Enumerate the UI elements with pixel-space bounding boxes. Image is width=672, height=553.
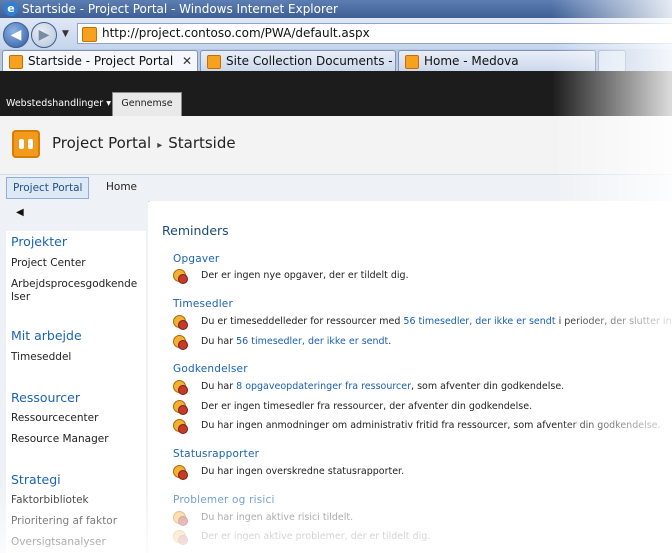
reminder-row: Du har ingen anmodninger om administrati… bbox=[173, 419, 661, 434]
approval-reminder-icon bbox=[173, 400, 188, 415]
quick-launch: ◀ Projekter Project Center Arbejdsproces… bbox=[0, 201, 148, 553]
reminder-text: i perioder, der slutter inden 15 bbox=[558, 316, 672, 327]
section-godkendelser[interactable]: Godkendelser bbox=[173, 363, 248, 375]
ie-logo-icon: e bbox=[4, 2, 18, 16]
topnav-project-portal[interactable]: Project Portal bbox=[6, 177, 90, 199]
reminder-row: Du har 56 timesedler, der ikke er sendt. bbox=[173, 335, 392, 350]
reminder-text: Du har ingen anmodninger om administrati… bbox=[201, 420, 661, 431]
status-report-icon bbox=[173, 465, 188, 480]
dropdown-arrow-icon: ▾ bbox=[106, 98, 111, 109]
history-dropdown-icon[interactable]: ▼ bbox=[62, 29, 69, 39]
tab-favicon-icon bbox=[405, 55, 419, 69]
quicklaunch-item-ressourcecenter[interactable]: Ressourcecenter bbox=[11, 412, 139, 425]
quicklaunch-heading-projekter[interactable]: Projekter bbox=[11, 234, 67, 249]
quick-launch-panel: Projekter Project Center Arbejdsprocesgo… bbox=[6, 231, 146, 553]
site-actions-label: Webstedshandlinger bbox=[6, 98, 104, 109]
quicklaunch-item-faktorbibliotek[interactable]: Faktorbibliotek bbox=[11, 494, 139, 507]
sharepoint-ribbon: Webstedshandlinger ▾ Gennemse bbox=[0, 71, 672, 117]
tab-strip: Startside - Project Portal ✕ Site Collec… bbox=[0, 49, 672, 71]
task-reminder-icon bbox=[173, 269, 188, 284]
timesheet-reminder-icon bbox=[173, 315, 188, 330]
quicklaunch-item-project-center[interactable]: Project Center bbox=[11, 257, 139, 270]
back-arrow-icon: ◀ bbox=[10, 27, 22, 43]
tab-browse[interactable]: Gennemse bbox=[112, 92, 182, 117]
section-statusrapporter[interactable]: Statusrapporter bbox=[173, 448, 259, 460]
breadcrumb-separator-icon: ▸ bbox=[157, 140, 163, 151]
breadcrumb-site[interactable]: Project Portal bbox=[52, 134, 151, 152]
reminder-row: Du har ingen overskredne statusrapporter… bbox=[173, 465, 405, 480]
forward-arrow-icon: ▶ bbox=[38, 27, 50, 43]
topnav-home[interactable]: Home bbox=[100, 177, 143, 197]
tab-favicon-icon bbox=[9, 55, 23, 69]
reminders-title: Reminders bbox=[162, 223, 229, 238]
reminder-row: Du har 8 opgaveopdateringer fra ressourc… bbox=[173, 380, 565, 395]
tab-home-medova[interactable]: Home - Medova bbox=[398, 50, 596, 71]
task-updates-link[interactable]: 8 opgaveopdateringer fra ressourcer bbox=[236, 381, 411, 392]
reminder-text: Der er ingen timesedler fra ressourcer, … bbox=[201, 401, 533, 412]
address-bar[interactable]: http://project.contoso.com/PWA/default.a… bbox=[77, 23, 672, 44]
quicklaunch-item-prioritering-af-faktor[interactable]: Prioritering af faktor bbox=[11, 515, 139, 528]
approval-reminder-icon bbox=[173, 419, 188, 434]
quicklaunch-heading-mit-arbejde[interactable]: Mit arbejde bbox=[11, 328, 82, 343]
my-unsent-timesheets-link[interactable]: 56 timesedler, der ikke er sendt bbox=[236, 336, 388, 347]
main-content: Reminders Opgaver Der er ingen nye opgav… bbox=[150, 201, 672, 553]
unsent-timesheets-link[interactable]: 56 timesedler, der ikke er sendt bbox=[403, 316, 555, 327]
quicklaunch-item-arbejdsprocesgodkendelser[interactable]: Arbejdsprocesgodkendelser bbox=[11, 278, 139, 304]
reminder-text: Du har bbox=[201, 381, 237, 392]
issue-reminder-icon bbox=[173, 530, 188, 545]
tab-favicon-icon bbox=[207, 55, 221, 69]
forward-button[interactable]: ▶ bbox=[31, 22, 57, 48]
window-title: Startside - Project Portal - Windows Int… bbox=[22, 2, 338, 16]
tab-label: Startside - Project Portal bbox=[28, 54, 174, 68]
quicklaunch-item-resource-manager[interactable]: Resource Manager bbox=[11, 433, 139, 446]
reminder-text: Du er timeseddelleder for ressourcer med bbox=[201, 316, 404, 327]
tab-label: Site Collection Documents - ... bbox=[226, 54, 396, 68]
breadcrumb: Project Portal ▸ Startside bbox=[52, 134, 236, 152]
section-problemer-og-risici[interactable]: Problemer og risici bbox=[173, 494, 275, 506]
approval-reminder-icon bbox=[173, 380, 188, 395]
reminder-text: Der er ingen nye opgaver, der er tildelt… bbox=[201, 270, 409, 281]
quicklaunch-item-timeseddel[interactable]: Timeseddel bbox=[11, 351, 139, 364]
reminder-text: Du har bbox=[201, 336, 237, 347]
reminder-text: Der er ingen aktive problemer, der er ti… bbox=[201, 531, 431, 542]
reminder-row: Der er ingen timesedler fra ressourcer, … bbox=[173, 400, 533, 415]
window-titlebar: e Startside - Project Portal - Windows I… bbox=[0, 0, 672, 18]
site-actions-menu[interactable]: Webstedshandlinger ▾ bbox=[6, 98, 111, 109]
project-portal-logo-icon[interactable] bbox=[12, 130, 40, 158]
breadcrumb-page: Startside bbox=[168, 134, 236, 152]
reminder-text: Du har ingen overskredne statusrapporter… bbox=[201, 466, 405, 477]
page-favicon-icon bbox=[82, 27, 97, 42]
reminder-text: . bbox=[388, 336, 392, 347]
navigation-bar: ◀ ▶ ▼ http://project.contoso.com/PWA/def… bbox=[0, 18, 672, 50]
reminder-text: Du har ingen aktive risici tildelt. bbox=[201, 512, 354, 523]
tab-label: Home - Medova bbox=[424, 54, 519, 68]
quicklaunch-heading-ressourcer[interactable]: Ressourcer bbox=[11, 390, 80, 405]
tab-site-collection-documents[interactable]: Site Collection Documents - ... bbox=[200, 50, 396, 71]
section-opgaver[interactable]: Opgaver bbox=[173, 253, 219, 265]
quicklaunch-item-oversigtsanalyser[interactable]: Oversigtsanalyser bbox=[11, 536, 139, 549]
close-tab-icon[interactable]: ✕ bbox=[182, 51, 192, 71]
reminder-row: Du er timeseddelleder for ressourcer med… bbox=[173, 315, 672, 330]
reminder-row: Du har ingen aktive risici tildelt. bbox=[173, 511, 354, 526]
collapse-arrow-icon[interactable]: ◀ bbox=[16, 207, 24, 218]
back-button[interactable]: ◀ bbox=[3, 22, 29, 48]
risk-reminder-icon bbox=[173, 511, 188, 526]
reminder-row: Der er ingen nye opgaver, der er tildelt… bbox=[173, 269, 409, 284]
quicklaunch-heading-strategi[interactable]: Strategi bbox=[11, 472, 61, 487]
tab-startside[interactable]: Startside - Project Portal ✕ bbox=[2, 50, 198, 71]
reminder-row: Der er ingen aktive problemer, der er ti… bbox=[173, 530, 431, 545]
timesheet-reminder-icon bbox=[173, 335, 188, 350]
section-timesedler[interactable]: Timesedler bbox=[173, 298, 233, 310]
address-url[interactable]: http://project.contoso.com/PWA/default.a… bbox=[102, 26, 370, 40]
new-tab-button[interactable] bbox=[598, 50, 626, 72]
page-header: Project Portal ▸ Startside bbox=[0, 116, 672, 174]
reminder-text: , som afventer din godkendelse. bbox=[411, 381, 565, 392]
top-navigation: Project Portal Home bbox=[0, 174, 672, 202]
